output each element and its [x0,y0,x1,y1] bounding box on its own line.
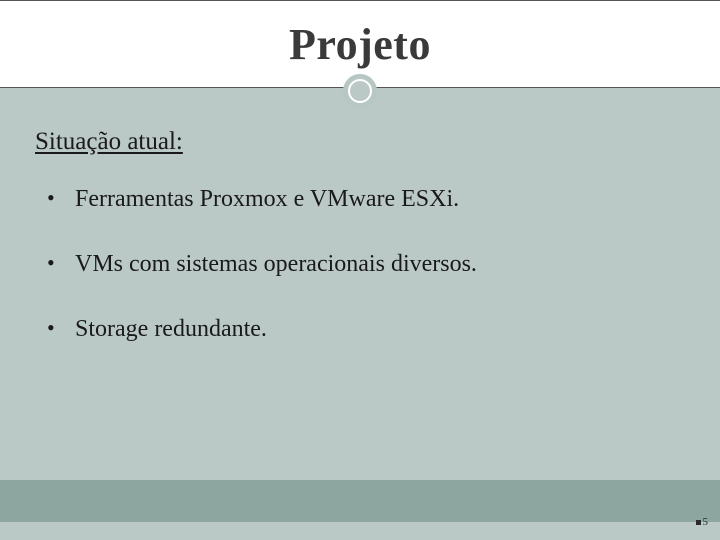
page-number-text: 5 [703,516,709,528]
list-item: VMs com sistemas operacionais diversos. [43,249,685,280]
footer-bar [0,480,720,522]
bullet-list: Ferramentas Proxmox e VMware ESXi. VMs c… [35,184,685,346]
slide-title: Projeto [289,19,431,70]
content-area: Situação atual: Ferramentas Proxmox e VM… [35,128,685,380]
slide: Projeto Situação atual: Ferramentas Prox… [0,0,720,540]
page-number: 5 [696,516,709,528]
list-item: Ferramentas Proxmox e VMware ESXi. [43,184,685,215]
subheading: Situação atual: [35,128,685,156]
square-icon [696,520,701,525]
ring-icon [343,74,377,108]
list-item: Storage redundante. [43,314,685,345]
